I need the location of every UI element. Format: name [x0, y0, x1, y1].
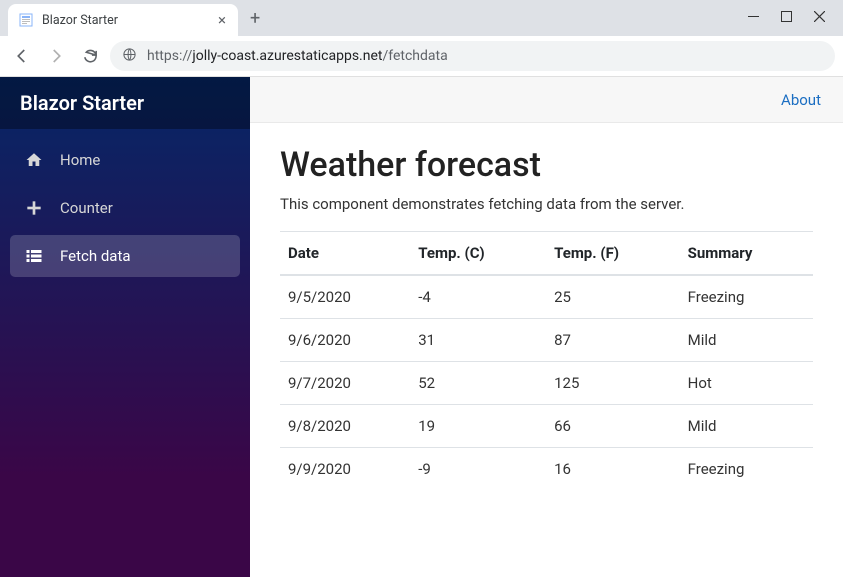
- main: About Weather forecast This component de…: [250, 77, 843, 577]
- app: Blazor Starter Home Counter Fetch data: [0, 77, 843, 577]
- forward-icon[interactable]: [42, 42, 70, 70]
- sidebar-item-label: Home: [60, 151, 100, 169]
- sidebar: Blazor Starter Home Counter Fetch data: [0, 77, 250, 577]
- cell-temp-c: -9: [410, 448, 546, 491]
- url-scheme: https://: [147, 48, 192, 64]
- cell-temp-c: 52: [410, 362, 546, 405]
- url-bar[interactable]: https://jolly-coast.azurestaticapps.net/…: [110, 41, 835, 71]
- url-host: jolly-coast.azurestaticapps.net: [192, 48, 382, 64]
- tab-bar: Blazor Starter × +: [0, 0, 843, 36]
- url-text: https://jolly-coast.azurestaticapps.net/…: [147, 48, 448, 64]
- new-tab-icon[interactable]: +: [238, 8, 272, 29]
- cell-date: 9/6/2020: [280, 319, 410, 362]
- sidebar-item-label: Fetch data: [60, 247, 131, 265]
- brand-title[interactable]: Blazor Starter: [0, 77, 250, 129]
- cell-date: 9/9/2020: [280, 448, 410, 491]
- table-row: 9/8/2020 19 66 Mild: [280, 405, 813, 448]
- url-path: /fetchdata: [382, 48, 447, 64]
- cell-temp-f: 25: [546, 275, 680, 319]
- sidebar-item-counter[interactable]: Counter: [10, 187, 240, 229]
- list-icon: [24, 247, 44, 265]
- col-summary: Summary: [680, 232, 813, 276]
- window-controls: [748, 0, 843, 36]
- forecast-table: Date Temp. (C) Temp. (F) Summary 9/5/202…: [280, 231, 813, 490]
- col-temp-f: Temp. (F): [546, 232, 680, 276]
- sidebar-nav: Home Counter Fetch data: [0, 129, 250, 287]
- browser-tab[interactable]: Blazor Starter ×: [8, 4, 238, 36]
- tab-favicon-icon: [18, 12, 34, 28]
- cell-date: 9/5/2020: [280, 275, 410, 319]
- table-row: 9/5/2020 -4 25 Freezing: [280, 275, 813, 319]
- cell-summary: Mild: [680, 319, 813, 362]
- cell-temp-c: 31: [410, 319, 546, 362]
- table-row: 9/6/2020 31 87 Mild: [280, 319, 813, 362]
- about-link[interactable]: About: [781, 91, 821, 109]
- content: Weather forecast This component demonstr…: [250, 123, 843, 512]
- globe-icon: [122, 47, 137, 66]
- cell-temp-c: -4: [410, 275, 546, 319]
- cell-date: 9/7/2020: [280, 362, 410, 405]
- cell-summary: Hot: [680, 362, 813, 405]
- table-header-row: Date Temp. (C) Temp. (F) Summary: [280, 232, 813, 276]
- col-date: Date: [280, 232, 410, 276]
- table-row: 9/7/2020 52 125 Hot: [280, 362, 813, 405]
- browser-chrome: Blazor Starter × +: [0, 0, 843, 77]
- home-icon: [24, 151, 44, 169]
- cell-temp-c: 19: [410, 405, 546, 448]
- col-temp-c: Temp. (C): [410, 232, 546, 276]
- minimize-icon[interactable]: [748, 11, 759, 26]
- topbar: About: [250, 77, 843, 123]
- sidebar-item-label: Counter: [60, 199, 113, 217]
- page-subtitle: This component demonstrates fetching dat…: [280, 195, 813, 213]
- tab-close-icon[interactable]: ×: [216, 11, 228, 29]
- cell-temp-f: 66: [546, 405, 680, 448]
- sidebar-item-home[interactable]: Home: [10, 139, 240, 181]
- close-icon[interactable]: [814, 11, 825, 26]
- reload-icon[interactable]: [76, 42, 104, 70]
- cell-date: 9/8/2020: [280, 405, 410, 448]
- sidebar-item-fetch-data[interactable]: Fetch data: [10, 235, 240, 277]
- back-icon[interactable]: [8, 42, 36, 70]
- cell-summary: Freezing: [680, 275, 813, 319]
- table-row: 9/9/2020 -9 16 Freezing: [280, 448, 813, 491]
- tab-title: Blazor Starter: [42, 13, 216, 28]
- browser-nav-bar: https://jolly-coast.azurestaticapps.net/…: [0, 36, 843, 76]
- cell-summary: Mild: [680, 405, 813, 448]
- cell-temp-f: 87: [546, 319, 680, 362]
- plus-icon: [24, 200, 44, 216]
- cell-summary: Freezing: [680, 448, 813, 491]
- page-title: Weather forecast: [280, 145, 813, 185]
- cell-temp-f: 16: [546, 448, 680, 491]
- cell-temp-f: 125: [546, 362, 680, 405]
- maximize-icon[interactable]: [781, 11, 792, 26]
